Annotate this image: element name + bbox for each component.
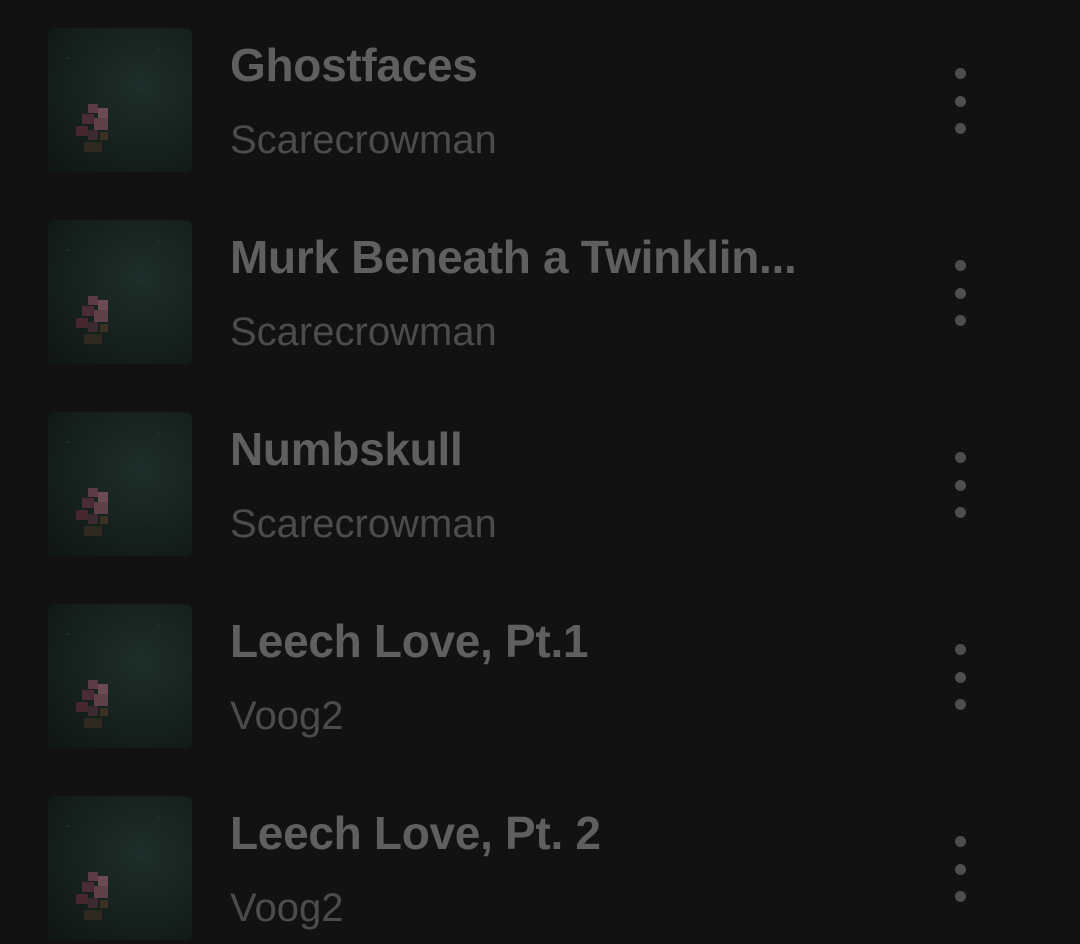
album-art-figure: [67, 625, 159, 728]
menu-dot: [954, 507, 966, 518]
menu-dot: [954, 287, 966, 299]
menu-dot: [954, 836, 966, 847]
menu-dot: [954, 699, 966, 710]
more-vertical-icon[interactable]: [940, 66, 980, 136]
track-title: Murk Beneath a Twinklin...: [230, 231, 797, 283]
more-vertical-icon[interactable]: [940, 258, 980, 328]
album-art-icon[interactable]: [48, 796, 192, 940]
track-title: Leech Love, Pt. 2: [230, 807, 601, 859]
track-title: Numbskull: [230, 423, 463, 475]
menu-dot: [954, 260, 966, 271]
track-row[interactable]: Murk Beneath a Twinklin... Scarecrowman: [0, 192, 1080, 384]
menu-dot: [954, 479, 966, 491]
menu-dot: [954, 95, 966, 107]
menu-dot: [954, 123, 966, 134]
menu-dot: [954, 452, 966, 463]
album-art-icon[interactable]: [48, 412, 192, 556]
track-title: Leech Love, Pt.1: [230, 615, 589, 667]
menu-dot: [954, 671, 966, 683]
track-artist: Scarecrowman: [230, 310, 497, 354]
menu-dot: [954, 315, 966, 326]
album-art-icon[interactable]: [48, 604, 192, 748]
track-artist: Scarecrowman: [230, 502, 497, 546]
album-art-icon[interactable]: [48, 220, 192, 364]
track-artist: Voog2: [230, 886, 344, 930]
menu-dot: [954, 68, 966, 79]
more-vertical-icon[interactable]: [940, 834, 980, 904]
track-row[interactable]: Numbskull Scarecrowman: [0, 384, 1080, 576]
album-art-figure: [67, 817, 159, 920]
album-art-figure: [67, 433, 159, 536]
album-art-figure: [67, 49, 159, 152]
album-art-icon[interactable]: [48, 28, 192, 172]
menu-dot: [954, 644, 966, 655]
track-row[interactable]: Ghostfaces Scarecrowman: [0, 0, 1080, 192]
more-vertical-icon[interactable]: [940, 642, 980, 712]
album-art-figure: [67, 241, 159, 344]
more-vertical-icon[interactable]: [940, 450, 980, 520]
track-row[interactable]: Leech Love, Pt. 2 Voog2: [0, 768, 1080, 944]
track-row[interactable]: Leech Love, Pt.1 Voog2: [0, 576, 1080, 768]
track-list: Ghostfaces Scarecrowman Murk Beneath a T…: [0, 0, 1080, 944]
track-artist: Voog2: [230, 694, 344, 738]
menu-dot: [954, 863, 966, 875]
menu-dot: [954, 891, 966, 902]
track-artist: Scarecrowman: [230, 118, 497, 162]
track-title: Ghostfaces: [230, 39, 478, 91]
